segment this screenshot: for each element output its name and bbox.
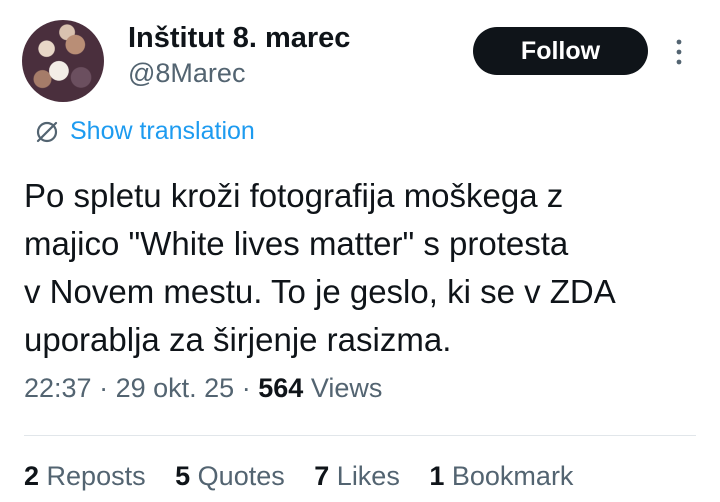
tweet-line: v Novem mestu. To je geslo, ki se v ZDA: [24, 273, 616, 310]
divider: [24, 435, 696, 436]
meta-separator: ·: [241, 373, 251, 403]
author-handle[interactable]: @8Marec: [128, 58, 245, 89]
show-translation-link[interactable]: Show translation: [34, 117, 255, 146]
show-translation-label: Show translation: [70, 117, 255, 145]
tweet-text: Po spletu kroži fotografija moškega z ma…: [24, 172, 699, 364]
tweet-meta: 22:37 · 29 okt. 25 · 564 Views: [24, 373, 382, 404]
bookmarks-stat[interactable]: 1 Bookmark: [429, 461, 573, 492]
likes-count: 7: [314, 461, 330, 491]
likes-label: Likes: [336, 461, 400, 491]
reposts-label: Reposts: [46, 461, 146, 491]
more-vertical-icon[interactable]: [671, 37, 687, 67]
bookmarks-label: Bookmark: [451, 461, 574, 491]
tweet-line: Po spletu kroži fotografija moškega z: [24, 177, 564, 214]
quotes-label: Quotes: [197, 461, 285, 491]
meta-separator: ·: [99, 373, 109, 403]
reposts-count: 2: [24, 461, 40, 491]
translate-icon: [36, 121, 58, 142]
engagement-stats: 2 Reposts 5 Quotes 7 Likes 1 Bookmark: [24, 461, 595, 492]
reposts-stat[interactable]: 2 Reposts: [24, 461, 146, 492]
tweet-date[interactable]: 29 okt. 25: [116, 373, 235, 403]
tweet-line: uporablja za širjenje rasizma.: [24, 321, 452, 358]
avatar[interactable]: [22, 20, 104, 102]
bookmarks-count: 1: [429, 461, 445, 491]
likes-stat[interactable]: 7 Likes: [314, 461, 400, 492]
quotes-stat[interactable]: 5 Quotes: [175, 461, 285, 492]
views-count[interactable]: 564: [258, 373, 303, 403]
follow-button[interactable]: Follow: [473, 27, 648, 75]
tweet-time[interactable]: 22:37: [24, 373, 92, 403]
author-display-name[interactable]: Inštitut 8. marec: [128, 22, 350, 55]
tweet-line: majico "White lives matter" s protesta: [24, 225, 569, 262]
quotes-count: 5: [175, 461, 191, 491]
views-label: Views: [310, 373, 383, 403]
